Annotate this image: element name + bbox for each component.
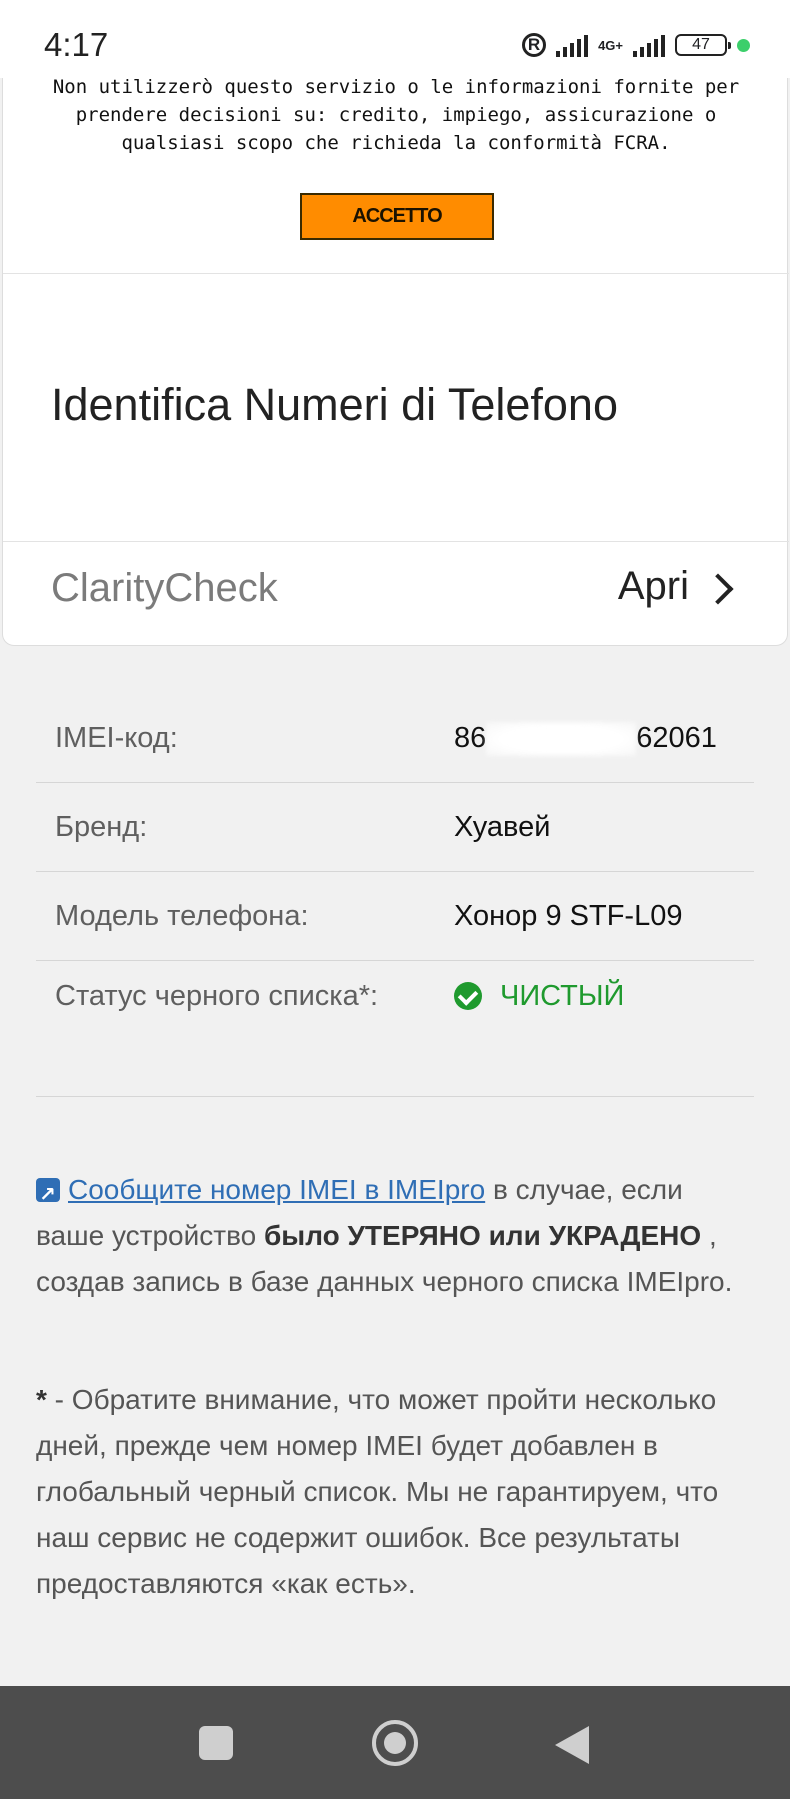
signal-icon-2: [633, 33, 665, 57]
accept-button[interactable]: ACCETTO: [300, 193, 494, 240]
open-label: Apri: [617, 564, 689, 608]
imei-prefix: 86: [454, 722, 487, 754]
note-star: *: [36, 1384, 47, 1415]
blacklist-label: Статус черного списка*:: [55, 980, 379, 1012]
disclaimer-line: qualsiasi scopo che richieda la conformi…: [121, 132, 671, 154]
imei-value: 86 62061: [454, 715, 754, 761]
imei-label: IMEI-код:: [55, 722, 178, 754]
table-row: Статус черного списка*: ЧИСТЫЙ: [36, 961, 754, 1097]
imei-info-table: IMEI-код: 86 62061 Бренд: Хуавей Модель т…: [36, 694, 754, 1097]
report-imei-link[interactable]: Сообщите номер IMEI в IMEIpro: [68, 1174, 485, 1205]
brand-value: Хуавей: [454, 811, 551, 843]
blacklist-value: ЧИСТЫЙ: [500, 980, 625, 1012]
blacklist-status: ЧИСТЫЙ: [454, 973, 754, 1019]
fcra-disclaimer: Non utilizzerò questo servizio o le info…: [3, 73, 789, 157]
divider: [3, 273, 789, 274]
ad-card: Non utilizzerò questo servizio o le info…: [2, 60, 789, 646]
redacted-block: [486, 722, 637, 757]
battery-icon: 47: [675, 34, 731, 56]
report-bold-text: было УТЕРЯНО или УКРАДЕНО: [263, 1220, 702, 1251]
privacy-dot: [737, 38, 750, 52]
model-value: Хонор 9 STF-L09: [454, 900, 683, 932]
signal-icon: [556, 33, 589, 57]
status-icons: R 4G+ 47: [522, 30, 750, 60]
note-text: - Обратите внимание, что может пройти не…: [36, 1384, 719, 1599]
imei-suffix: 62061: [636, 722, 717, 754]
chevron-right-icon: [702, 572, 734, 605]
table-row: Модель телефона: Хонор 9 STF-L09: [36, 872, 754, 961]
model-label: Модель телефона:: [55, 900, 309, 932]
ad-brand: ClarityCheck: [51, 566, 278, 610]
system-nav-bar: [0, 1686, 790, 1799]
divider: [3, 541, 789, 542]
network-type: 4G+: [598, 37, 623, 53]
external-link-icon[interactable]: [36, 1172, 60, 1218]
report-paragraph: Сообщите номер IMEI в IMEIpro в случае, …: [36, 1167, 756, 1305]
open-button[interactable]: Apri: [617, 564, 734, 609]
registered-icon: R: [522, 33, 547, 57]
recents-icon[interactable]: [199, 1726, 233, 1760]
table-row: IMEI-код: 86 62061: [36, 694, 754, 783]
status-bar: 4:17 R 4G+ 47: [0, 0, 790, 78]
ad-title[interactable]: Identifica Numeri di Telefono: [51, 379, 618, 431]
table-row: Бренд: Хуавей: [36, 783, 754, 872]
home-icon[interactable]: [372, 1720, 418, 1766]
note-paragraph: * - Обратите внимание, что может пройти …: [36, 1377, 756, 1607]
disclaimer-line: prendere decisioni su: credito, impiego,…: [75, 104, 717, 126]
status-time: 4:17: [44, 26, 109, 63]
brand-label: Бренд:: [55, 811, 148, 843]
check-circle-icon: [454, 982, 482, 1010]
back-icon[interactable]: [555, 1726, 589, 1764]
